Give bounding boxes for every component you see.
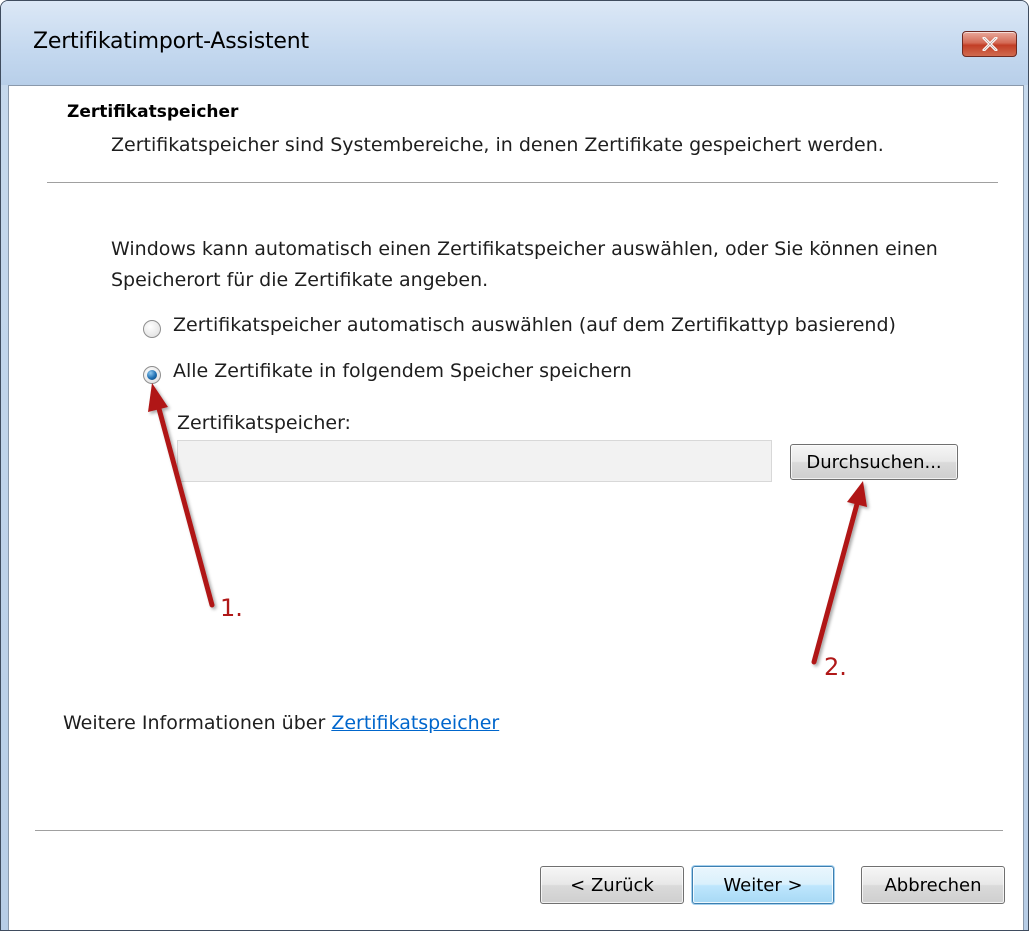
back-button[interactable]: < Zurück bbox=[540, 866, 684, 904]
intro-line-1: Windows kann automatisch einen Zertifika… bbox=[111, 238, 938, 260]
page-title: Zertifikatspeicher bbox=[67, 102, 239, 122]
next-button[interactable]: Weiter > bbox=[692, 866, 834, 904]
page-subtitle: Zertifikatspeicher sind Systembereiche, … bbox=[111, 134, 884, 156]
radio-specific-store-label[interactable]: Alle Zertifikate in folgendem Speicher s… bbox=[173, 360, 632, 382]
wizard-content: Zertifikatspeicher Zertifikatspeicher si… bbox=[8, 85, 1024, 930]
radio-auto-store-label[interactable]: Zertifikatspeicher automatisch auswählen… bbox=[173, 314, 896, 336]
footer-divider bbox=[35, 830, 1003, 832]
close-button[interactable] bbox=[962, 31, 1017, 57]
store-field-label: Zertifikatspeicher: bbox=[177, 412, 351, 434]
store-info-link[interactable]: Zertifikatspeicher bbox=[331, 712, 499, 734]
more-info-prefix: Weitere Informationen über bbox=[63, 712, 332, 734]
annotation-label-2: 2. bbox=[824, 653, 847, 681]
annotation-label-1: 1. bbox=[220, 594, 243, 622]
intro-text: Windows kann automatisch einen Zertifika… bbox=[111, 234, 971, 296]
title-bar[interactable]: Zertifikatimport-Assistent bbox=[1, 1, 1028, 85]
cancel-button[interactable]: Abbrechen bbox=[861, 866, 1005, 904]
intro-line-2: Speicherort für die Zertifikate angeben. bbox=[111, 269, 489, 291]
browse-button[interactable]: Durchsuchen... bbox=[790, 444, 958, 480]
store-field[interactable] bbox=[177, 440, 772, 482]
radio-specific-store[interactable] bbox=[143, 366, 161, 384]
close-icon bbox=[982, 37, 998, 51]
wizard-window: Zertifikatimport-Assistent Zertifikatspe… bbox=[0, 0, 1029, 931]
more-info-text: Weitere Informationen über Zertifikatspe… bbox=[63, 712, 499, 734]
radio-selected-dot bbox=[147, 370, 157, 380]
radio-auto-store[interactable] bbox=[143, 320, 161, 338]
header-divider bbox=[47, 182, 998, 184]
window-title: Zertifikatimport-Assistent bbox=[33, 29, 309, 54]
